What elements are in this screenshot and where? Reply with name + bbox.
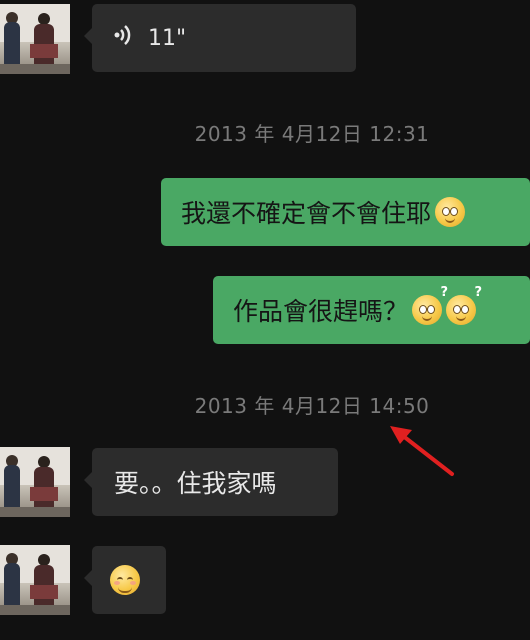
- incoming-message-bubble[interactable]: 要。。住我家嗎: [84, 448, 338, 516]
- message-text: 作品會很趕嗎？: [233, 297, 409, 326]
- confused-face-icon: ?: [446, 285, 482, 325]
- message-text: 我還不確定會不會住耶: [181, 199, 432, 228]
- worried-face-icon: [435, 197, 466, 227]
- voice-message-bubble[interactable]: 11": [84, 4, 356, 72]
- outgoing-message-bubble[interactable]: 我還不確定會不會住耶: [161, 178, 530, 246]
- contact-avatar[interactable]: [0, 4, 70, 74]
- contact-avatar[interactable]: [0, 447, 70, 517]
- outgoing-message-bubble[interactable]: 作品會很趕嗎？ ? ?: [213, 276, 530, 344]
- confused-face-icon: ?: [412, 285, 448, 325]
- chat-view: 11" 2013 年 4月12日 12:31 我還不確定會不會住耶 作品會很趕嗎…: [0, 0, 530, 640]
- incoming-message-bubble[interactable]: [84, 546, 166, 614]
- smiling-face-icon: [110, 565, 140, 595]
- message-text: 要。。住我家嗎: [114, 469, 277, 498]
- voice-wave-icon: [114, 24, 132, 52]
- timestamp: 2013 年 4月12日 12:31: [194, 122, 430, 146]
- annotation-arrow-icon: [390, 426, 454, 476]
- contact-avatar[interactable]: [0, 545, 70, 615]
- timestamp: 2013 年 4月12日 14:50: [194, 394, 430, 418]
- voice-duration: 11": [148, 25, 187, 51]
